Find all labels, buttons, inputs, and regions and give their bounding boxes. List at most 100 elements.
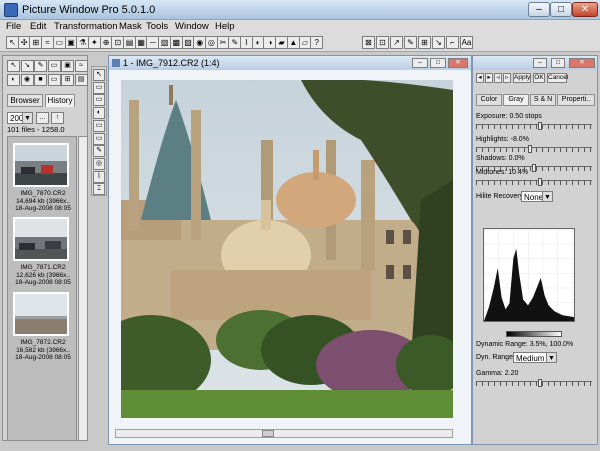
tone-gradient-bar — [506, 331, 562, 337]
raw-minimize-button[interactable]: – — [533, 58, 547, 68]
tool-button[interactable]: ▭ — [93, 119, 105, 132]
toolbar-button[interactable]: ⌐ — [446, 36, 459, 49]
slider-knob[interactable] — [538, 122, 542, 130]
up-folder-button[interactable]: ↑ — [51, 112, 64, 124]
palette-tool-button[interactable]: ▭ — [47, 60, 61, 72]
image-horizontal-scrollbar[interactable] — [115, 429, 453, 438]
palette-tool-button[interactable]: ≈ — [74, 60, 88, 72]
image-maximize-button[interactable]: □ — [430, 58, 446, 68]
toolbar-button[interactable]: ↘ — [432, 36, 445, 49]
raw-dialog-header: – □ ✕ — [473, 56, 597, 70]
ok-button[interactable]: OK — [533, 73, 545, 83]
palette-tool-button[interactable]: ■ — [34, 74, 47, 86]
palette-tool-button[interactable]: ↘ — [20, 60, 34, 72]
toolbar-button[interactable]: ✎ — [404, 36, 417, 49]
tab-browser[interactable]: Browser — [7, 94, 43, 107]
browse-folder-button[interactable]: … — [36, 112, 49, 124]
menu-transformation[interactable]: Transformation — [54, 21, 118, 32]
dyn-range-label: Dyn. Range: — [476, 354, 515, 361]
tool-button[interactable]: ▭ — [93, 132, 105, 145]
prev-icon[interactable]: ◂ — [476, 73, 484, 83]
highlights-slider[interactable] — [476, 145, 592, 153]
toolbar-button[interactable]: ⊡ — [376, 36, 389, 49]
toolbar-button[interactable]: ↗ — [390, 36, 403, 49]
thumbnail-image[interactable] — [13, 143, 69, 187]
menu-mask[interactable]: Mask — [119, 21, 142, 32]
palette-tool-button[interactable]: ▣ — [61, 60, 74, 72]
thumbnail-caption: IMG_7872.CR2 16,582 kb (3966x.. 18-Aug-2… — [15, 339, 71, 361]
minimize-button[interactable]: – — [528, 2, 550, 17]
gamma-slider[interactable] — [476, 379, 592, 387]
menu-window[interactable]: Window — [175, 21, 209, 32]
tool-button[interactable]: ◐ — [93, 107, 105, 120]
highlights-label: Highlights: -8.0% — [476, 136, 529, 143]
palette-tool-button[interactable]: ▤ — [74, 74, 88, 86]
thumbnail-scrollbar[interactable] — [78, 136, 88, 441]
tab-sn[interactable]: S & N — [530, 94, 556, 106]
palette-tool-button[interactable]: ◐ — [7, 74, 20, 86]
histogram — [483, 228, 575, 322]
tool-button[interactable]: ⌇ — [93, 170, 105, 183]
palette-tool-button[interactable]: ◉ — [20, 74, 34, 86]
next-icon[interactable]: ▸ — [485, 73, 493, 83]
tab-history[interactable]: History — [45, 94, 75, 107]
slider-knob[interactable] — [528, 145, 532, 153]
hilite-recovery-label: Hilite Recovery: — [476, 193, 526, 200]
thumbnail-image[interactable] — [13, 217, 69, 261]
menu-edit[interactable]: Edit — [30, 21, 46, 32]
app-icon — [4, 3, 18, 17]
title-bar: Picture Window Pro 5.0.1.0 – □ ✕ — [0, 0, 600, 20]
photo-canvas[interactable] — [121, 80, 453, 418]
toolbar-button[interactable]: ? — [310, 36, 324, 49]
image-window-title: 1 - IMG_7912.CR2 (1:4) — [123, 58, 220, 68]
hilite-recovery-dropdown[interactable]: None ▼ — [521, 191, 553, 202]
image-close-button[interactable]: ✕ — [448, 58, 468, 68]
image-minimize-button[interactable]: – — [412, 58, 428, 68]
scrollbar-thumb[interactable] — [262, 430, 274, 437]
slider-knob[interactable] — [538, 379, 542, 387]
folder-dropdown[interactable]: 2008 ▼ — [7, 112, 33, 124]
browser-panel: ↖ ↘ ✎ ▭ ▣ ≈ ◐ ◉ ■ ▭ ⊞ ▤ Browser History 2008 ▼ … ↑ … — [2, 55, 88, 441]
palette-tool-button[interactable]: ⊞ — [61, 74, 74, 86]
cancel-button[interactable]: Cancel — [547, 73, 568, 83]
raw-close-button[interactable]: ✕ — [569, 58, 595, 68]
slider-knob[interactable] — [532, 164, 536, 172]
tool-button[interactable]: ▭ — [93, 81, 105, 94]
thumbnail-image[interactable] — [13, 292, 69, 336]
toolbar-button[interactable]: ⊞ — [418, 36, 431, 49]
chevron-down-icon: ▼ — [542, 192, 552, 201]
tool-button[interactable]: ↖ — [93, 69, 105, 81]
tab-properties[interactable]: Properti.. — [557, 94, 595, 106]
raw-maximize-button[interactable]: □ — [551, 58, 565, 68]
tool-button[interactable]: ✎ — [93, 145, 105, 158]
chevron-down-icon: ▼ — [22, 113, 32, 123]
file-count: 101 files - 1258.0 — [7, 125, 65, 134]
prev-alt-icon[interactable]: ◃ — [494, 73, 502, 83]
document-icon — [112, 59, 120, 67]
tool-button[interactable]: ◎ — [93, 157, 105, 170]
exposure-slider[interactable] — [476, 122, 592, 130]
menu-tools[interactable]: Tools — [146, 21, 168, 32]
dyn-range-dropdown[interactable]: Medium ▼ — [513, 352, 557, 363]
toolbar-button[interactable]: ⊠ — [362, 36, 375, 49]
tab-gray[interactable]: Gray — [503, 94, 529, 106]
tool-button[interactable]: ▭ — [93, 94, 105, 107]
maximize-button[interactable]: □ — [550, 2, 572, 17]
menu-file[interactable]: File — [6, 21, 21, 32]
menu-bar: File Edit Transformation Mask Tools Wind… — [0, 20, 600, 34]
palette-tool-button[interactable]: ▭ — [47, 74, 61, 86]
close-button[interactable]: ✕ — [572, 2, 598, 17]
midtones-slider[interactable] — [476, 178, 592, 186]
thumbnail-list: IMG_7870.CR2 14,694 kb (3966x.. 18-Aug-2… — [7, 136, 77, 441]
palette-tool-button[interactable]: ✎ — [34, 60, 47, 72]
gamma-label: Gamma: 2.20 — [476, 370, 519, 377]
toolbar-button[interactable]: Aa — [460, 36, 473, 49]
tab-color[interactable]: Color — [476, 94, 502, 106]
palette-tool-button[interactable]: ↖ — [7, 60, 20, 72]
tool-button[interactable]: ⌶ — [93, 183, 105, 196]
apply-button[interactable]: Apply — [513, 73, 531, 83]
menu-help[interactable]: Help — [215, 21, 235, 32]
thumbnail-caption: IMG_7870.CR2 14,694 kb (3966x.. 18-Aug-2… — [15, 190, 71, 212]
slider-knob[interactable] — [538, 178, 542, 186]
next-alt-icon[interactable]: ▹ — [503, 73, 511, 83]
